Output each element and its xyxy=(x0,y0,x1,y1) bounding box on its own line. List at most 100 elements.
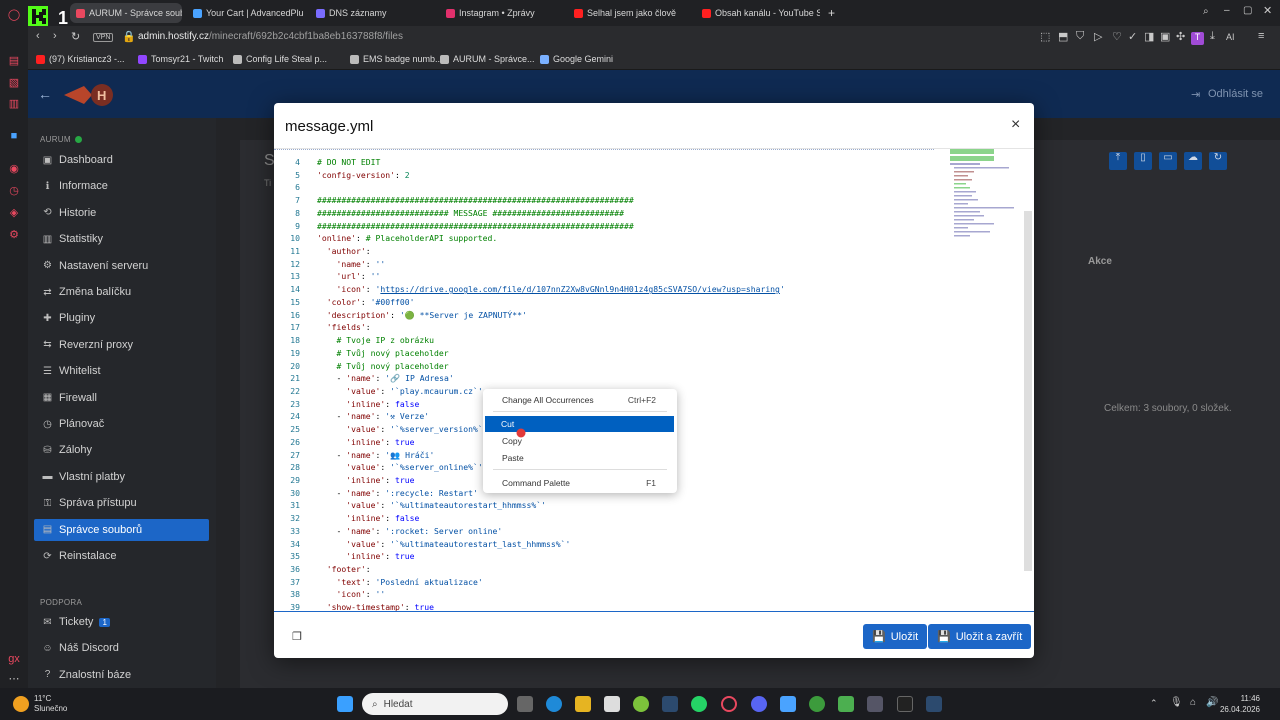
sidebar-more-icon[interactable]: ⋯ xyxy=(6,670,22,686)
logout-icon[interactable]: ⇥ xyxy=(1191,88,1200,101)
support-item[interactable]: ✉ Tickety 1 xyxy=(34,611,209,633)
sidebar-item[interactable]: ▤ Správce souborů xyxy=(34,518,209,541)
lock-icon[interactable]: 🔒 xyxy=(122,30,136,43)
copy-icon[interactable]: ❐ xyxy=(292,630,302,643)
new-file-icon[interactable]: ▯ xyxy=(1134,152,1152,170)
sidebar-item[interactable]: ⟳ Reinstalace xyxy=(34,545,209,567)
task-view-icon[interactable] xyxy=(517,696,533,712)
steam-icon[interactable] xyxy=(662,696,678,712)
extension-icon[interactable]: ◨ xyxy=(1144,30,1154,43)
ai-button[interactable]: AI xyxy=(1226,32,1235,42)
vpn-badge[interactable]: VPN xyxy=(93,33,114,42)
url-field[interactable]: admin.hostify.cz/minecraft/692b2c4cbf1ba… xyxy=(138,31,403,42)
support-item[interactable]: ? Znalostní báze xyxy=(34,664,209,686)
edge-icon[interactable] xyxy=(546,696,562,712)
profile-avatar[interactable]: T xyxy=(1191,32,1204,45)
sidebar-item[interactable]: ✚ Pluginy xyxy=(34,307,209,329)
bookmark-item[interactable]: Google Gemini xyxy=(540,54,613,64)
sidebar-item[interactable]: ⚙ Nastavení serveru xyxy=(34,255,209,277)
sidebar-app-icon[interactable]: ■ xyxy=(6,128,22,144)
sidebar-app-icon[interactable]: ▥ xyxy=(6,95,22,111)
minimize-icon[interactable]: – xyxy=(1224,5,1230,16)
sidebar-item[interactable]: ▬ Vlastní platby xyxy=(34,466,209,488)
save-and-close-button[interactable]: 💾 Uložit a zavřít xyxy=(928,624,1032,649)
code-editor[interactable]: 4 # DO NOT EDIT 5'config-version': 2 6 7 ####… xyxy=(274,149,1034,611)
play-icon[interactable]: ▷ xyxy=(1094,30,1102,43)
discord-icon[interactable] xyxy=(751,696,767,712)
bookmark-item[interactable]: AURUM - Správce... xyxy=(440,54,535,64)
sidebar-item[interactable]: ⚿ Správa přístupu xyxy=(34,492,209,514)
refresh-icon[interactable]: ↻ xyxy=(1209,152,1227,170)
editor-scrollbar[interactable] xyxy=(1024,211,1032,571)
extension-icon[interactable]: ⬚ xyxy=(1040,30,1050,43)
weather-widget[interactable]: 11°C Slunečno xyxy=(34,694,67,714)
cloud-upload-icon[interactable]: ☁ xyxy=(1184,152,1202,170)
heart-icon[interactable]: ♡ xyxy=(1112,30,1122,43)
browser-tab[interactable]: Obsah kanálu - YouTube S xyxy=(696,3,820,23)
back-arrow-icon[interactable]: ← xyxy=(38,86,52,102)
sidebar-app-icon[interactable]: ◈ xyxy=(6,204,22,220)
app-icon[interactable] xyxy=(867,696,883,712)
sidebar-item[interactable]: ☰ Whitelist xyxy=(34,360,209,382)
bookmark-item[interactable]: Config Life Steal p... xyxy=(233,54,327,64)
extension-icon[interactable]: ▣ xyxy=(1160,30,1170,43)
reload-icon[interactable]: ↻ xyxy=(71,30,80,43)
sidebar-item[interactable]: ⇆ Reverzní proxy xyxy=(34,334,209,356)
opera-logo-icon[interactable]: ◯ xyxy=(6,6,22,22)
bookmark-item[interactable]: EMS badge numb... xyxy=(350,54,443,64)
new-folder-icon[interactable]: ▭ xyxy=(1159,152,1177,170)
save-button[interactable]: 💾 Uložit xyxy=(863,624,928,649)
extension-icon[interactable]: ✓ xyxy=(1128,30,1137,43)
network-icon[interactable]: ⌂ xyxy=(1190,697,1196,708)
microphone-icon[interactable]: 🎙 xyxy=(1170,697,1183,708)
close-icon[interactable]: × xyxy=(1011,116,1020,134)
maximize-icon[interactable]: ▢ xyxy=(1243,5,1252,16)
whatsapp-icon[interactable] xyxy=(691,696,707,712)
support-item[interactable]: ☺ Náš Discord xyxy=(34,637,209,659)
upload-icon[interactable]: ⤒ xyxy=(1109,152,1127,170)
sidebar-item[interactable]: ⟲ Historie xyxy=(34,202,209,224)
sidebar-settings-icon[interactable]: ⚙ xyxy=(6,226,22,242)
logout-link[interactable]: Odhlásit se xyxy=(1208,88,1263,100)
app-icon[interactable] xyxy=(897,696,913,712)
chrome-icon[interactable] xyxy=(809,696,825,712)
browser-tab[interactable]: Instagram • Zprávy xyxy=(440,3,560,23)
bookmark-item[interactable]: (97) Kristiancz3 -... xyxy=(36,54,125,64)
shield-icon[interactable]: ⛉ xyxy=(1076,30,1084,43)
file-explorer-icon[interactable] xyxy=(575,696,591,712)
sidebar-item[interactable]: ◷ Plánovač xyxy=(34,413,209,435)
back-icon[interactable]: ‹ xyxy=(36,30,40,42)
menu-item-change-all-occurrences[interactable]: Change All Occurrences Ctrl+F2 xyxy=(486,392,674,408)
bookmark-item[interactable]: Tomsyr21 - Twitch xyxy=(138,54,223,64)
menu-item-paste[interactable]: Paste xyxy=(486,450,674,466)
tray-chevron-icon[interactable]: ⌃ xyxy=(1150,698,1158,709)
sidebar-item[interactable]: ⛁ Zálohy xyxy=(34,439,209,461)
browser-tab[interactable]: Your Cart | AdvancedPlug xyxy=(187,3,303,23)
menu-icon[interactable]: ≡ xyxy=(1258,30,1264,42)
browser-tab[interactable]: DNS záznamy xyxy=(310,3,430,23)
download-icon[interactable]: ⤓ xyxy=(1210,30,1215,43)
new-tab-button[interactable]: + xyxy=(822,3,841,23)
menu-item-copy[interactable]: Copy xyxy=(486,433,674,449)
editor-minimap[interactable] xyxy=(950,149,1020,243)
browser-tab[interactable]: Selhal jsem jako člově xyxy=(568,3,690,23)
menu-item-command-palette[interactable]: Command Palette F1 xyxy=(486,475,674,491)
close-window-icon[interactable]: ✕ xyxy=(1263,4,1272,17)
weather-icon[interactable] xyxy=(13,696,29,712)
extension-icon[interactable]: ⬒ xyxy=(1058,30,1068,43)
browser-tab[interactable]: AURUM - Správce soubor× xyxy=(70,3,182,23)
sidebar-app-icon[interactable]: ▧ xyxy=(6,74,22,90)
puzzle-icon[interactable]: ✣ xyxy=(1176,30,1185,43)
clock[interactable]: 11:46 26.04.2026 xyxy=(1210,693,1260,715)
sidebar-item[interactable]: ▥ Statistiky xyxy=(34,228,209,250)
forward-icon[interactable]: › xyxy=(53,30,57,42)
store-icon[interactable] xyxy=(604,696,620,712)
menu-item-cut[interactable]: Cut xyxy=(485,416,674,432)
minecraft-icon[interactable] xyxy=(838,696,854,712)
sidebar-app-icon[interactable]: ◷ xyxy=(6,182,22,198)
sidebar-app-icon[interactable]: ▤ xyxy=(6,52,22,68)
taskbar-search[interactable]: ⌕ Hledat xyxy=(362,693,508,715)
sidebar-app-icon[interactable]: ◉ xyxy=(6,160,22,176)
sidebar-item[interactable]: ▣ Dashboard xyxy=(34,149,209,171)
app-icon[interactable] xyxy=(633,696,649,712)
